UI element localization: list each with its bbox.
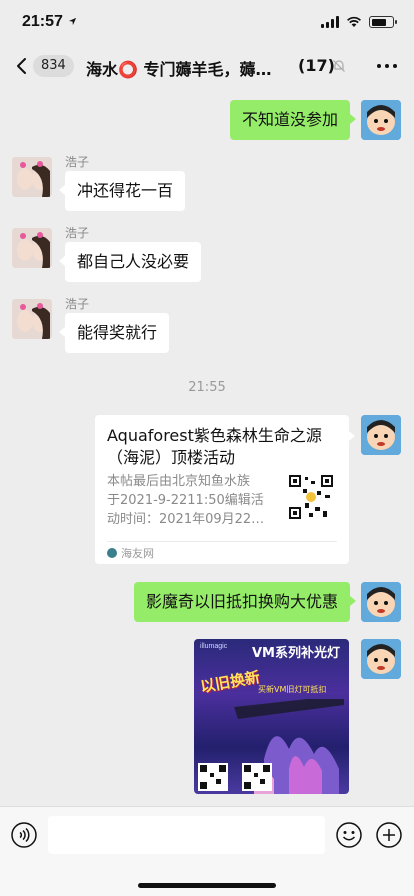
unread-badge[interactable]: 834	[33, 55, 74, 77]
sender-avatar[interactable]	[12, 228, 52, 268]
message-input[interactable]	[48, 816, 325, 854]
back-chevron-icon[interactable]	[12, 56, 32, 76]
location-arrow-icon	[68, 17, 77, 26]
sender-name: 浩子	[65, 155, 90, 169]
sender-name: 浩子	[65, 297, 90, 311]
sender-avatar[interactable]	[12, 299, 52, 339]
message-bubble-self[interactable]: 不知道没参加	[229, 100, 357, 140]
status-bar: 21:57	[0, 0, 414, 44]
self-avatar[interactable]	[361, 582, 401, 622]
poster-title: VM系列补光灯	[252, 646, 340, 661]
sender-name: 浩子	[65, 226, 90, 240]
link-card[interactable]: Aquaforest紫色森林生命之源（海泥）顶楼活动 本帖最后由北京知鱼水族 于…	[95, 415, 355, 564]
poster-badge: 以旧换新	[198, 667, 262, 697]
poster-promo: 买新VM旧灯可抵扣	[258, 685, 327, 694]
signal-icon	[321, 16, 339, 28]
message-bubble-self[interactable]: 影魔奇以旧抵扣换购大优惠	[133, 582, 357, 622]
sender-avatar[interactable]	[12, 157, 52, 197]
chat-title[interactable]: 海水⭕ 专门薅羊毛，薅…	[86, 56, 316, 80]
plus-icon[interactable]	[376, 822, 402, 848]
poster-image[interactable]: illumagic VM系列补光灯 以旧换新 买新VM旧灯可抵扣	[194, 639, 349, 794]
self-avatar[interactable]	[361, 639, 401, 679]
input-bar	[0, 806, 414, 896]
member-count: (17)	[298, 56, 335, 75]
status-icons	[321, 16, 397, 28]
message-bubble-other[interactable]: 都自己人没必要	[58, 242, 202, 282]
wifi-icon	[347, 16, 361, 27]
emoji-icon[interactable]	[336, 822, 362, 848]
message-bubble-other[interactable]: 能得奖就行	[58, 313, 170, 353]
chat-timestamp: 21:55	[188, 380, 226, 395]
poster-aquarium-art	[198, 699, 344, 794]
link-card-title: Aquaforest紫色森林生命之源（海泥）顶楼活动	[107, 426, 322, 467]
more-options-icon[interactable]	[376, 58, 398, 74]
link-card-description: 本帖最后由北京知鱼水族 于2021-9-2211:50编辑活 动时间：2021年…	[107, 474, 265, 527]
status-time: 21:57	[22, 13, 63, 30]
message-bubble-other[interactable]: 冲还得花一百	[58, 171, 186, 211]
source-logo-icon	[107, 548, 117, 558]
self-avatar[interactable]	[361, 415, 401, 455]
link-card-divider	[107, 541, 337, 542]
link-card-source-name: 海友网	[121, 547, 154, 560]
link-card-source: 海友网	[107, 545, 154, 561]
poster-brand: illumagic	[200, 643, 228, 650]
mute-bell-icon	[333, 60, 345, 72]
qr-code-icon	[287, 473, 335, 521]
home-indicator	[138, 883, 276, 888]
battery-icon	[369, 16, 397, 28]
self-avatar[interactable]	[361, 100, 401, 140]
voice-input-icon[interactable]	[11, 822, 37, 848]
nav-bar: 834 海水⭕ 专门薅羊毛，薅… (17)	[0, 44, 414, 88]
